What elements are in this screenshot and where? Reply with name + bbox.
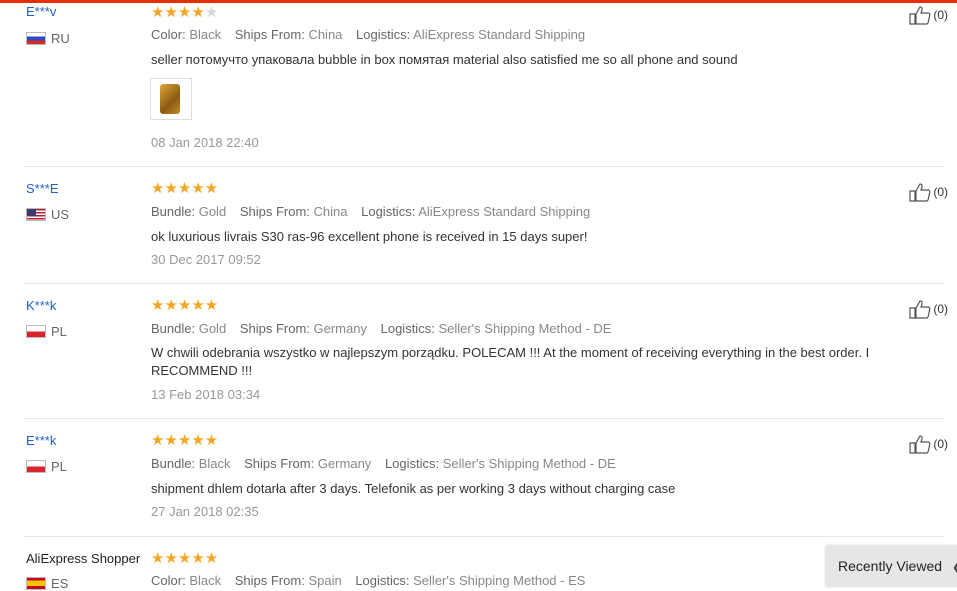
logistics-label: Logistics: — [356, 27, 411, 42]
helpful-count: (0) — [933, 8, 948, 22]
recently-viewed-button[interactable]: Recently Viewed ❮ — [826, 546, 957, 586]
ships-from-label: Ships From: — [239, 204, 310, 219]
attr-label: Bundle: — [151, 204, 196, 219]
order-info: Color: Black Ships From: Spain Logistics… — [151, 573, 585, 588]
thumbs-up-icon — [909, 6, 931, 25]
helpful-button[interactable]: (0) — [909, 434, 948, 454]
attr-label: Color: — [151, 573, 186, 588]
flag-icon — [26, 460, 46, 473]
star-rating: ★★★★★ — [151, 4, 219, 21]
country-code: RU — [51, 31, 70, 46]
logistics-label: Logistics: — [380, 321, 435, 336]
ships-from-label: Ships From: — [239, 321, 310, 336]
chevron-icon: ❮ — [952, 560, 957, 574]
thumbs-up-icon — [909, 300, 931, 319]
order-info: Bundle: Gold Ships From: Germany Logisti… — [151, 321, 611, 336]
star-rating: ★★★★★ — [151, 180, 219, 197]
logistics-value: Seller's Shipping Method - DE — [438, 321, 612, 336]
attr-label: Bundle: — [151, 321, 196, 336]
review-date: 08 Jan 2018 22:40 — [151, 135, 259, 150]
reviewer-country: PL — [26, 324, 67, 339]
review-date: 30 Dec 2017 09:52 — [151, 252, 261, 267]
reviewer-name[interactable]: S***E — [26, 181, 59, 196]
ships-from-value: Germany — [317, 456, 372, 471]
logistics-value: AliExpress Standard Shipping — [413, 27, 586, 42]
attr-value: Gold — [198, 204, 227, 219]
thumbs-up-icon — [909, 435, 931, 454]
review-text: seller потомучто упаковала bubble in box… — [151, 52, 738, 67]
helpful-button[interactable]: (0) — [909, 182, 948, 202]
reviewer-country: PL — [26, 459, 67, 474]
reviewer-name[interactable]: E***k — [26, 433, 56, 448]
review-text: shipment dhlem dotarła after 3 days. Tel… — [151, 481, 676, 496]
reviewer-name[interactable]: K***k — [26, 298, 56, 313]
country-code: US — [51, 207, 70, 222]
recently-viewed-label: Recently Viewed — [838, 558, 943, 574]
flag-icon — [26, 32, 46, 45]
country-code: PL — [51, 324, 67, 339]
attr-value: Black — [189, 573, 222, 588]
review-item: AliExpress Shopper ES ★★★★★ Color: Black… — [24, 536, 944, 591]
ships-from-label: Ships From: — [234, 27, 305, 42]
logistics-label: Logistics: — [361, 204, 416, 219]
attr-value: Black — [189, 27, 222, 42]
review-item: K***k PL ★★★★★ Bundle: Gold Ships From: … — [24, 283, 948, 419]
thumbs-up-icon — [909, 183, 931, 202]
attr-label: Bundle: — [151, 456, 196, 471]
attr-value: Gold — [198, 321, 227, 336]
logistics-value: AliExpress Standard Shipping — [418, 204, 591, 219]
helpful-button[interactable]: (0) — [909, 5, 948, 25]
reviewer-name[interactable]: AliExpress Shopper — [26, 551, 140, 566]
review-date: 13 Feb 2018 03:34 — [151, 387, 261, 402]
review-item: E***k PL ★★★★★ Bundle: Black Ships From:… — [24, 418, 948, 537]
country-code: PL — [51, 459, 67, 474]
helpful-count: (0) — [933, 302, 948, 316]
ships-from-label: Ships From: — [244, 456, 315, 471]
reviewer-country: RU — [26, 31, 70, 46]
review-text: ok luxurious livrais S30 ras-96 excellen… — [151, 229, 588, 244]
logistics-label: Logistics: — [355, 573, 410, 588]
helpful-count: (0) — [933, 437, 948, 451]
logistics-value: Seller's Shipping Method - DE — [442, 456, 616, 471]
phone-photo — [160, 84, 180, 114]
flag-icon — [26, 208, 46, 221]
attr-value: Black — [198, 456, 231, 471]
helpful-count: (0) — [933, 185, 948, 199]
logistics-label: Logistics: — [384, 456, 440, 471]
flag-icon — [26, 325, 46, 338]
ships-from-value: Germany — [313, 321, 367, 336]
reviewer-name[interactable]: E***v — [26, 4, 56, 19]
order-info: Color: Black Ships From: China Logistics… — [151, 27, 585, 42]
helpful-button[interactable]: (0) — [909, 299, 948, 319]
attr-label: Color: — [151, 27, 186, 42]
order-info: Bundle: Black Ships From: Germany Logist… — [151, 456, 616, 471]
review-date: 27 Jan 2018 02:35 — [151, 504, 259, 519]
star-rating: ★★★★★ — [151, 432, 219, 449]
star-rating: ★★★★★ — [151, 297, 219, 314]
review-text: W chwili odebrania wszystko w najlepszym… — [151, 345, 870, 378]
flag-icon — [26, 577, 46, 590]
review-item: E***v RU ★★★★★ Color: Black Ships From: … — [24, 0, 948, 167]
ships-from-label: Ships From: — [234, 573, 305, 588]
star-rating: ★★★★★ — [151, 550, 219, 567]
review-photo-thumbnail[interactable] — [150, 78, 192, 120]
review-item: S***E US ★★★★★ Bundle: Gold Ships From: … — [24, 166, 948, 284]
ships-from-value: China — [313, 204, 348, 219]
ships-from-value: Spain — [308, 573, 342, 588]
ships-from-value: China — [308, 27, 343, 42]
logistics-value: Seller's Shipping Method - ES — [413, 573, 586, 588]
reviewer-country: US — [26, 207, 69, 222]
order-info: Bundle: Gold Ships From: China Logistics… — [151, 204, 590, 219]
